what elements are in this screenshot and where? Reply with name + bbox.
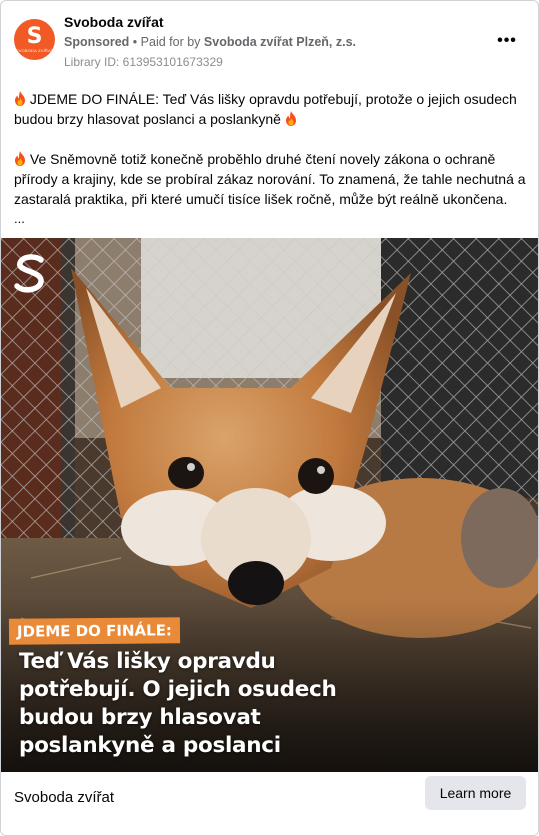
fire-icon <box>285 111 297 126</box>
paid-for-label: Paid for by <box>140 35 201 49</box>
avatar-caption: SVOBODA ZVÍŘAT <box>15 48 54 53</box>
page-name-link[interactable]: Svoboda zvířat <box>64 14 164 30</box>
fire-icon <box>14 91 26 106</box>
ad-header: S SVOBODA ZVÍŘAT Svoboda zvířat Sponsore… <box>1 1 538 73</box>
advertiser-name: Svoboda zvířat <box>14 789 115 806</box>
body-paragraph-1: JDEME DO FINÁLE: Teď Vás lišky opravdu p… <box>14 89 526 129</box>
ad-image[interactable]: JDEME DO FINÁLE: Teď Vás lišky opravdu p… <box>1 238 538 772</box>
sponsored-line: Sponsored • Paid for by Svoboda zvířat P… <box>64 35 356 49</box>
ad-card: S SVOBODA ZVÍŘAT Svoboda zvířat Sponsore… <box>0 0 539 836</box>
meta-separator: • <box>132 35 138 49</box>
image-tag-label: JDEME DO FINÁLE: <box>8 617 181 645</box>
image-headline-line: budou brzy hlasovat <box>19 705 261 730</box>
ad-footer: Svoboda zvířat Learn more <box>1 772 538 835</box>
image-headline-line: potřebují. O jejich osudech <box>19 677 337 702</box>
paid-for-by-name: Svoboda zvířat Plzeň, z.s. <box>203 35 357 49</box>
library-id: Library ID: 613953101673329 <box>64 55 223 69</box>
body-paragraph-1-text: JDEME DO FINÁLE: Teď Vás lišky opravdu p… <box>14 91 517 127</box>
fire-icon <box>14 151 26 166</box>
image-headline-line: Teď Vás lišky opravdu <box>19 649 276 674</box>
page-avatar[interactable]: S SVOBODA ZVÍŘAT <box>14 19 55 60</box>
svoboda-zvirat-logo <box>14 254 44 293</box>
body-paragraph-2: Ve Sněmovně totiž konečně proběhlo druhé… <box>14 149 526 209</box>
sponsored-label: Sponsored <box>64 35 130 49</box>
avatar-letter: S <box>26 24 43 49</box>
learn-more-button[interactable]: Learn more <box>425 776 526 810</box>
ad-body-text: JDEME DO FINÁLE: Teď Vás lišky opravdu p… <box>14 89 526 229</box>
image-headline-line: poslankyně a poslanci <box>19 733 281 758</box>
see-more-ellipsis[interactable]: ... <box>14 211 25 226</box>
body-paragraph-2-text: Ve Sněmovně totiž konečně proběhlo druhé… <box>14 151 526 207</box>
image-headline: Teď Vás lišky opravdu potřebují. O jejic… <box>19 648 439 760</box>
more-options-icon[interactable]: ••• <box>493 31 521 51</box>
